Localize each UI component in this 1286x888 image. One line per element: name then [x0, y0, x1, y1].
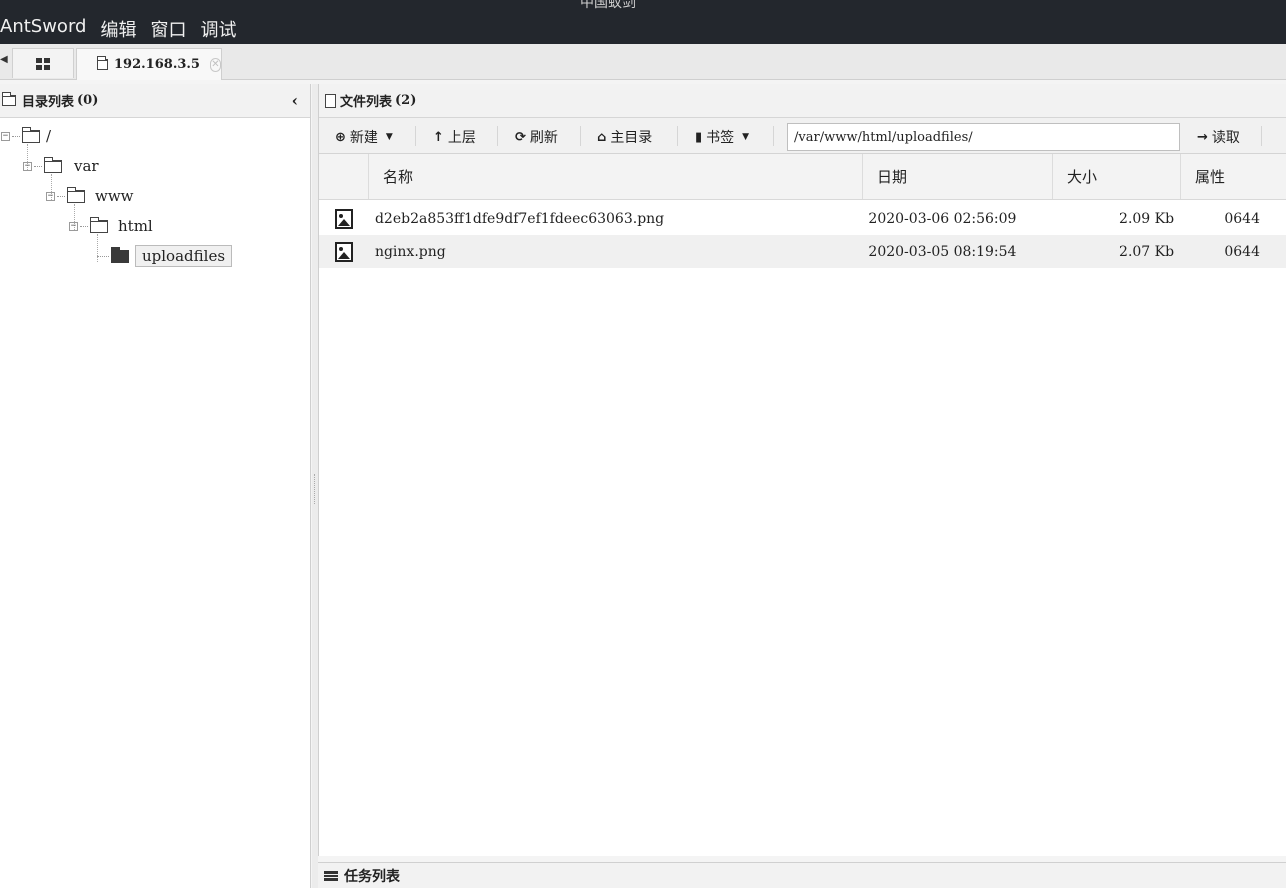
image-file-icon [334, 208, 353, 229]
menu-debug[interactable]: 调试 [200, 16, 236, 42]
tree-label-var: var [74, 157, 99, 175]
tree-label-www: www [95, 187, 134, 205]
window-title: 中国蚁剑 [580, 0, 636, 11]
tab-strip: ◀ 192.168.3.5 ✕ [0, 44, 1286, 80]
read-button-label: 读取 [1211, 130, 1240, 146]
collapse-node-icon[interactable]: − [23, 161, 32, 171]
refresh-icon: ⟳ [515, 129, 526, 145]
tree-label-root: / [46, 127, 52, 145]
plus-circle-icon: ⊕ [335, 129, 346, 145]
tree-node-html[interactable]: − html [69, 214, 153, 238]
bookmark-button[interactable]: ▮ 书签 ▼ [695, 127, 749, 147]
directory-panel-header: 目录列表 (0) ‹ [0, 84, 310, 118]
header-name[interactable]: 名称 [369, 154, 863, 199]
file-attr: 0644 [1224, 243, 1260, 260]
file-toolbar: ⊕ 新建 ▼ ↑ 上层 ⟳ 刷新 ⌂ 主目录 ▮ 书签 ▼ → 读取 [319, 118, 1286, 154]
header-attr[interactable]: 属性 [1181, 154, 1286, 199]
home-icon: ⌂ [597, 129, 607, 145]
home-button[interactable]: ⌂ 主目录 [597, 127, 652, 147]
task-panel-header[interactable]: 任务列表 [318, 862, 1286, 888]
file-date: 2020-03-05 08:19:54 [868, 243, 1017, 260]
folder-icon [97, 56, 109, 70]
tree-label-html: html [118, 217, 153, 235]
arrow-up-icon: ↑ [433, 129, 444, 145]
directory-panel-title: 目录列表 [22, 95, 75, 110]
collapse-node-icon[interactable]: − [69, 221, 78, 231]
grid-icon [36, 57, 50, 70]
title-bar: 中国蚁剑 AntSword 编辑 窗口 调试 [0, 0, 1286, 44]
header-icon-column [319, 154, 369, 199]
collapse-left-icon[interactable]: ‹ [292, 91, 298, 110]
read-button[interactable]: → 读取 [1197, 127, 1240, 147]
directory-panel: 目录列表 (0) ‹ − / − var − www − html upload… [0, 84, 311, 888]
menu-bar: AntSword 编辑 窗口 调试 [0, 16, 250, 42]
new-button[interactable]: ⊕ 新建 ▼ [335, 127, 393, 147]
new-button-label: 新建 [349, 130, 378, 146]
file-table-header: 名称 日期 大小 属性 [319, 154, 1286, 200]
folder-icon [44, 156, 62, 173]
tree-node-var[interactable]: − var [23, 154, 99, 178]
image-file-icon [334, 241, 353, 262]
file-attr: 0644 [1224, 210, 1260, 227]
tab-host-label: 192.168.3.5 [114, 57, 200, 72]
file-panel-header: 文件列表 (2) [319, 84, 1286, 118]
header-size[interactable]: 大小 [1053, 154, 1181, 199]
folder-icon [90, 216, 108, 233]
arrow-right-icon: → [1197, 129, 1208, 145]
close-icon[interactable]: ✕ [209, 57, 221, 72]
list-icon [324, 870, 338, 881]
bookmark-icon: ▮ [695, 129, 703, 145]
table-row[interactable]: nginx.png 2020-03-05 08:19:54 2.07 Kb 06… [319, 235, 1286, 268]
table-row[interactable]: d2eb2a853ff1dfe9df7ef1fdeec63063.png 202… [319, 202, 1286, 235]
tree-node-uploadfiles[interactable]: uploadfiles [97, 244, 233, 268]
folder-open-icon [111, 246, 129, 263]
document-icon [325, 93, 336, 108]
bookmark-button-label: 书签 [706, 130, 735, 146]
folder-icon [2, 92, 16, 106]
folder-icon [22, 126, 40, 143]
refresh-button[interactable]: ⟳ 刷新 [515, 127, 558, 147]
file-count: (2) [395, 93, 417, 108]
file-name: nginx.png [374, 243, 446, 260]
menu-antsword[interactable]: AntSword [0, 16, 86, 42]
menu-window[interactable]: 窗口 [150, 16, 186, 42]
tree-node-www[interactable]: − www [46, 184, 134, 208]
file-panel: 文件列表 (2) ⊕ 新建 ▼ ↑ 上层 ⟳ 刷新 ⌂ 主目录 ▮ 书签 ▼ /… [318, 84, 1286, 856]
file-size: 2.07 Kb [1119, 243, 1175, 260]
tab-host[interactable]: 192.168.3.5 ✕ [76, 48, 222, 80]
file-name: d2eb2a853ff1dfe9df7ef1fdeec63063.png [374, 210, 665, 227]
refresh-button-label: 刷新 [529, 130, 558, 146]
file-date: 2020-03-06 02:56:09 [868, 210, 1017, 227]
collapse-node-icon[interactable]: − [1, 131, 10, 141]
file-panel-title: 文件列表 [340, 95, 393, 110]
tab-scroll-left-icon[interactable]: ◀ [0, 54, 10, 65]
home-button-label: 主目录 [610, 130, 653, 146]
folder-icon [67, 186, 85, 203]
task-panel-title: 任务列表 [344, 868, 400, 885]
file-size: 2.09 Kb [1119, 210, 1175, 227]
chevron-down-icon: ▼ [742, 132, 750, 142]
collapse-node-icon[interactable]: − [46, 191, 55, 201]
path-input[interactable] [787, 123, 1180, 151]
up-button-label: 上层 [447, 130, 476, 146]
up-button[interactable]: ↑ 上层 [433, 127, 476, 147]
tab-home[interactable] [12, 48, 74, 78]
tree-node-root[interactable]: − / [1, 124, 51, 148]
menu-edit[interactable]: 编辑 [100, 16, 136, 42]
directory-count: (0) [77, 93, 99, 108]
tree-label-uploadfiles: uploadfiles [135, 245, 233, 267]
header-date[interactable]: 日期 [863, 154, 1053, 199]
chevron-down-icon: ▼ [385, 132, 393, 142]
